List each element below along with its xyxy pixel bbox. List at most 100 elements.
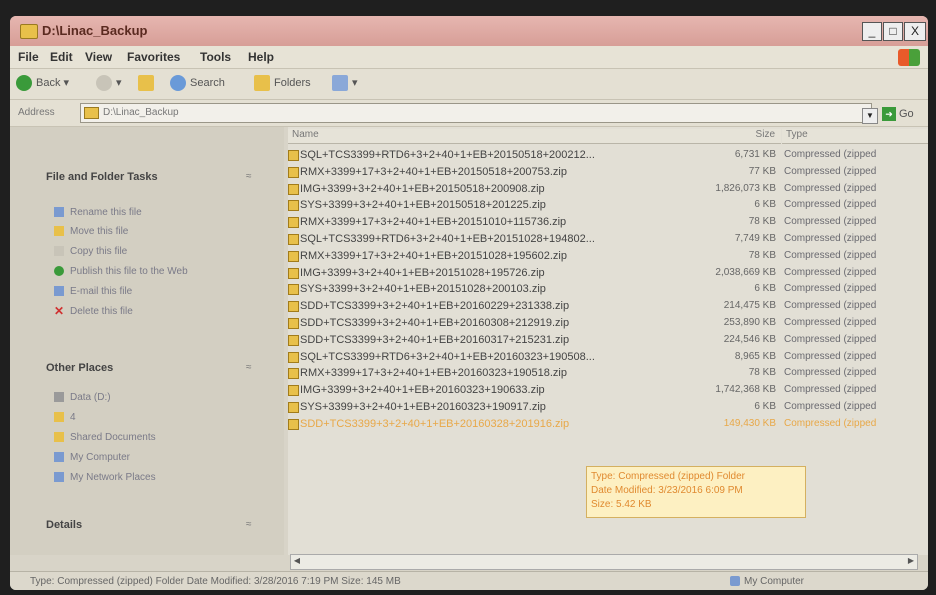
email-icon xyxy=(54,286,64,297)
file-folder-tasks-header[interactable]: File and Folder Tasks xyxy=(46,171,158,183)
file-row[interactable]: RMX+3399+17+3+2+40+1+EB+20151028+195602.… xyxy=(288,248,928,265)
column-type-label: Type xyxy=(786,129,808,140)
file-row[interactable]: SQL+TCS3399+RTD6+3+2+40+1+EB+20151028+19… xyxy=(288,231,928,248)
file-size: 253,890 KB xyxy=(723,317,776,328)
file-row[interactable]: SDD+TCS3399+3+2+40+1+EB+20160229+231338.… xyxy=(288,298,928,315)
up-folder-icon xyxy=(138,75,154,91)
scroll-left-icon[interactable]: ◀ xyxy=(291,555,303,567)
toolbar: Back ▾ ▾ Search Folders ▾ xyxy=(10,69,928,100)
menu-file[interactable]: File xyxy=(18,50,39,64)
menu-view[interactable]: View xyxy=(85,50,112,64)
column-header-size[interactable]: Size xyxy=(703,129,781,144)
file-size: 149,430 KB xyxy=(723,417,776,429)
place-label: My Computer xyxy=(70,452,131,463)
place-my-computer[interactable]: My Computer xyxy=(54,452,130,463)
file-row[interactable]: SDD+TCS3399+3+2+40+1+EB+20160308+212919.… xyxy=(288,315,928,332)
folders-label: Folders xyxy=(274,76,311,89)
task-publish[interactable]: Publish this file to the Web xyxy=(54,266,188,277)
file-row[interactable]: IMG+3399+3+2+40+1+EB+20151028+195726.zip… xyxy=(288,265,928,282)
computer-icon xyxy=(54,452,64,463)
file-size: 2,038,669 KB xyxy=(715,266,776,278)
status-location: My Computer xyxy=(730,576,804,587)
horizontal-scrollbar[interactable]: ◀ ▶ xyxy=(290,554,918,570)
file-row[interactable]: SYS+3399+3+2+40+1+EB+20151028+200103.zip… xyxy=(288,281,928,298)
search-icon xyxy=(170,75,186,91)
status-text: Type: Compressed (zipped) Folder Date Mo… xyxy=(30,576,401,587)
task-move[interactable]: Move this file xyxy=(54,226,128,237)
rename-icon xyxy=(54,207,64,218)
folders-icon xyxy=(254,75,270,91)
collapse-chevron-icon[interactable]: ≈ xyxy=(246,362,252,373)
place-shared-documents[interactable]: Shared Documents xyxy=(54,432,156,443)
file-type: Compressed (zipped xyxy=(784,199,877,211)
menu-tools[interactable]: Tools xyxy=(200,50,231,64)
column-header-name[interactable]: Name xyxy=(288,129,703,144)
address-label: Address xyxy=(18,107,55,118)
address-bar: Address D:\Linac_Backup ▼ ➜ Go xyxy=(10,100,928,127)
file-size: 6 KB xyxy=(754,199,776,211)
file-size: 6 KB xyxy=(754,401,776,412)
task-label: Delete this file xyxy=(70,306,133,317)
back-arrow-icon xyxy=(16,75,32,91)
globe-icon xyxy=(54,266,64,277)
file-row[interactable]: SQL+TCS3399+RTD6+3+2+40+1+EB+20150518+20… xyxy=(288,147,928,164)
place-data-drive[interactable]: Data (D:) xyxy=(54,392,111,403)
go-button[interactable]: ➜ Go xyxy=(882,107,914,121)
network-icon xyxy=(54,472,64,483)
place-label: 4 xyxy=(70,412,76,423)
address-input[interactable]: D:\Linac_Backup xyxy=(80,103,872,123)
task-copy[interactable]: Copy this file xyxy=(54,246,127,257)
file-type: Compressed (zipped xyxy=(784,283,877,295)
task-email[interactable]: E-mail this file xyxy=(54,286,132,297)
folder-icon xyxy=(84,107,99,119)
file-row[interactable]: IMG+3399+3+2+40+1+EB+20160323+190633.zip… xyxy=(288,382,928,399)
back-button[interactable]: Back ▾ xyxy=(16,75,69,91)
place-my-network[interactable]: My Network Places xyxy=(54,472,156,483)
collapse-chevron-icon[interactable]: ≈ xyxy=(246,171,252,182)
menu-edit[interactable]: Edit xyxy=(50,50,73,64)
tooltip-date: Date Modified: 3/23/2016 6:09 PM xyxy=(591,485,743,496)
forward-arrow-icon xyxy=(96,75,112,91)
views-button[interactable]: ▾ xyxy=(332,75,358,91)
task-rename[interactable]: Rename this file xyxy=(54,207,142,218)
column-size-label: Size xyxy=(755,129,775,140)
file-row[interactable]: SQL+TCS3399+RTD6+3+2+40+1+EB+20160323+19… xyxy=(288,349,928,366)
file-type: Compressed (zipped xyxy=(784,300,877,312)
title-bar: D:\Linac_Backup _ □ X xyxy=(10,16,928,46)
expand-chevron-icon[interactable]: ≈ xyxy=(246,519,252,530)
column-name-label: Name xyxy=(292,129,319,140)
window-title: D:\Linac_Backup xyxy=(42,23,148,38)
details-header[interactable]: Details xyxy=(46,519,82,531)
up-folder-button[interactable] xyxy=(138,75,158,91)
file-row[interactable]: RMX+3399+17+3+2+40+1+EB+20160323+190518.… xyxy=(288,365,928,382)
place-4[interactable]: 4 xyxy=(54,412,76,423)
menu-favorites[interactable]: Favorites xyxy=(127,50,180,64)
forward-button[interactable]: ▾ xyxy=(96,75,122,91)
file-row[interactable]: SDD+TCS3399+3+2+40+1+EB+20160328+201916.… xyxy=(288,416,928,433)
menu-help[interactable]: Help xyxy=(248,50,274,64)
file-size: 7,749 KB xyxy=(734,233,776,244)
minimize-button[interactable]: _ xyxy=(862,22,882,41)
file-size: 77 KB xyxy=(748,165,776,177)
address-dropdown-button[interactable]: ▼ xyxy=(862,108,878,124)
close-button[interactable]: X xyxy=(904,22,926,41)
file-size: 78 KB xyxy=(748,249,776,261)
maximize-button[interactable]: □ xyxy=(883,22,903,41)
scroll-right-icon[interactable]: ▶ xyxy=(905,555,917,567)
tooltip-size: Size: 5.42 KB xyxy=(591,499,652,510)
file-row[interactable]: SDD+TCS3399+3+2+40+1+EB+20160317+215231.… xyxy=(288,332,928,349)
file-row[interactable]: IMG+3399+3+2+40+1+EB+20150518+200908.zip… xyxy=(288,181,928,198)
file-type: Compressed (zipped xyxy=(784,249,877,261)
file-row[interactable]: RMX+3399+17+3+2+40+1+EB+20150518+200753.… xyxy=(288,164,928,181)
search-button[interactable]: Search xyxy=(170,75,225,91)
other-places-header[interactable]: Other Places xyxy=(46,362,113,374)
file-type: Compressed (zipped xyxy=(784,266,877,278)
folders-button[interactable]: Folders xyxy=(254,75,311,91)
back-label: Back xyxy=(36,76,61,89)
file-row[interactable]: RMX+3399+17+3+2+40+1+EB+20151010+115736.… xyxy=(288,214,928,231)
task-delete[interactable]: ✕ Delete this file xyxy=(54,305,133,317)
file-row[interactable]: SYS+3399+3+2+40+1+EB+20160323+190917.zip… xyxy=(288,399,928,416)
column-header-type[interactable]: Type xyxy=(782,129,928,144)
file-size: 8,965 KB xyxy=(734,350,776,362)
file-row[interactable]: SYS+3399+3+2+40+1+EB+20150518+201225.zip… xyxy=(288,197,928,214)
